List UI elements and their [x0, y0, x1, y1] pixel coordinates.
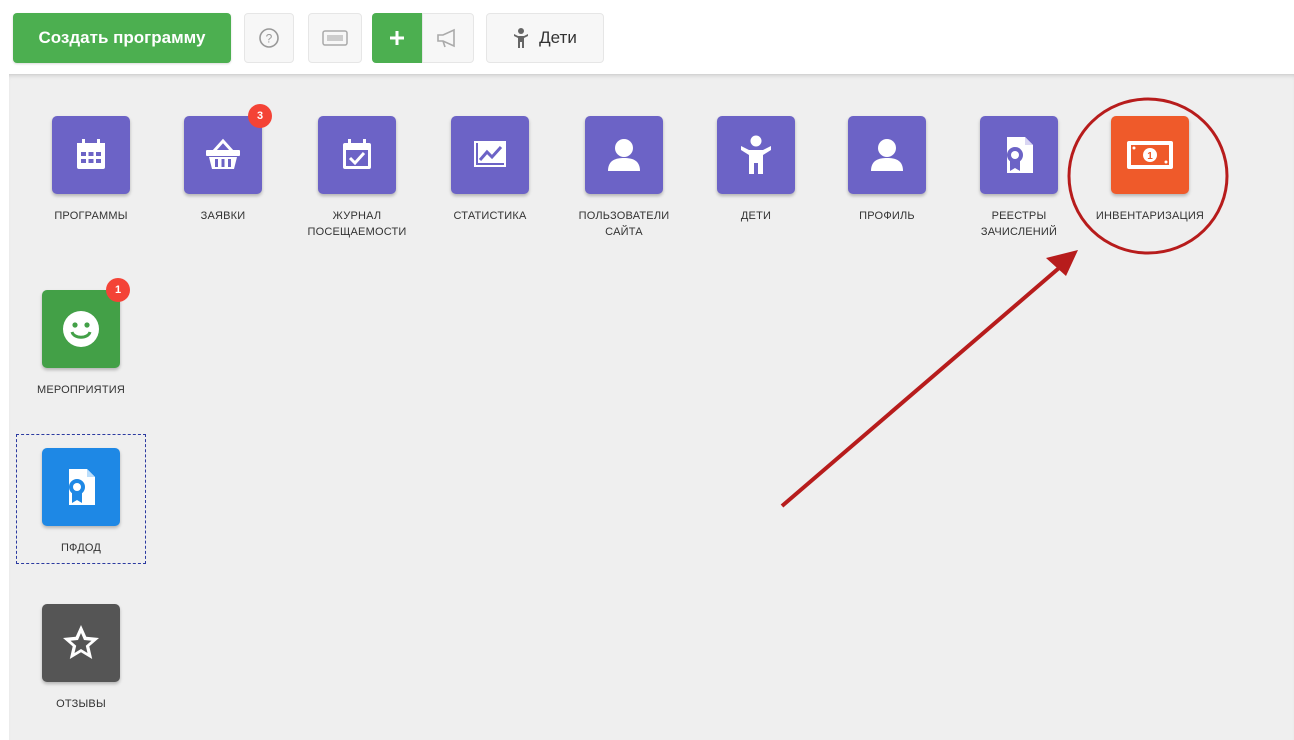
tile-children[interactable]: ДЕТИ [691, 116, 821, 224]
certificate-icon [1007, 137, 1033, 173]
kids-label: Дети [539, 28, 577, 47]
star-icon [63, 625, 99, 659]
plus-icon [390, 31, 404, 45]
user-icon [608, 139, 640, 171]
tile-attendance-icon-box [318, 116, 396, 194]
tile-label: ОТЗЫВЫ [56, 698, 106, 710]
dashboard-workspace: ПРОГРАММЫ 3 ЗАЯВКИ ЖУРНАЛ ПОСЕЩАЕМОСТИ С… [9, 74, 1294, 740]
tile-inventory-icon-box: 1 [1111, 116, 1189, 194]
tile-inventory[interactable]: 1 ИНВЕНТАРИЗАЦИЯ [1085, 116, 1215, 224]
tile-reviews-icon-box [42, 604, 120, 682]
tile-label: ПОЛЬЗОВАТЕЛИ САЙТА [578, 210, 670, 238]
announce-button[interactable] [422, 13, 474, 63]
megaphone-icon [437, 28, 455, 48]
tile-label: ПРОГРАММЫ [54, 210, 128, 222]
tile-label: СТАТИСТИКА [453, 210, 527, 222]
tile-enrollment-registers[interactable]: РЕЕСТРЫ ЗАЧИСЛЕНИЙ [954, 116, 1084, 240]
tile-statistics-icon-box [451, 116, 529, 194]
id-card-button[interactable] [308, 13, 362, 63]
tile-label: МЕРОПРИЯТИЯ [36, 384, 125, 396]
tile-profile-icon-box [848, 116, 926, 194]
tile-applications[interactable]: 3 ЗАЯВКИ [158, 104, 288, 224]
calendar-check-icon [343, 139, 371, 169]
tile-programs-icon-box [52, 116, 130, 194]
smile-icon [63, 311, 99, 347]
child-icon [514, 28, 529, 48]
tile-label: ЖУРНАЛ ПОСЕЩАЕМОСТИ [307, 210, 407, 238]
create-program-button[interactable]: Создать программу [13, 13, 231, 63]
tile-events-icon-box: 1 [42, 278, 130, 368]
tile-reviews[interactable]: ОТЗЫВЫ [16, 604, 146, 712]
tile-site-users[interactable]: ПОЛЬЗОВАТЕЛИ САЙТА [559, 116, 689, 240]
tile-site-users-icon-box [585, 116, 663, 194]
line-chart-icon [474, 141, 506, 167]
kids-button[interactable]: Дети [486, 13, 604, 63]
notification-badge: 1 [106, 278, 130, 302]
tile-programs[interactable]: ПРОГРАММЫ [26, 116, 156, 224]
tile-statistics[interactable]: СТАТИСТИКА [425, 116, 555, 224]
help-icon: ? [259, 28, 279, 48]
help-button[interactable]: ? [244, 13, 294, 63]
add-button[interactable] [372, 13, 422, 63]
id-card-icon [322, 30, 348, 46]
toolbar: Создать программу ? Дети [0, 0, 1294, 74]
tile-label: РЕЕСТРЫ ЗАЧИСЛЕНИЙ [980, 210, 1058, 238]
tile-events[interactable]: 1 МЕРОПРИЯТИЯ [16, 278, 146, 398]
certificate-icon [69, 469, 95, 505]
basket-icon [206, 138, 240, 169]
svg-text:?: ? [266, 32, 273, 46]
tile-applications-icon-box: 3 [184, 104, 272, 194]
tile-children-icon-box [717, 116, 795, 194]
tile-profile[interactable]: ПРОФИЛЬ [822, 116, 952, 224]
tile-attendance[interactable]: ЖУРНАЛ ПОСЕЩАЕМОСТИ [292, 116, 422, 240]
tile-enrollment-registers-icon-box [980, 116, 1058, 194]
tile-pfdod-icon-box [42, 448, 120, 526]
calendar-grid-icon [77, 139, 105, 169]
child-icon [741, 135, 771, 174]
tile-label: ПРОФИЛЬ [859, 210, 915, 222]
banknote-icon: 1 [1127, 141, 1173, 169]
tile-label: ПФДОД [60, 542, 102, 554]
profile-icon [871, 139, 903, 171]
tile-label: ИНВЕНТАРИЗАЦИЯ [1095, 210, 1205, 222]
notification-badge: 3 [248, 104, 272, 128]
tile-label: ДЕТИ [740, 210, 772, 222]
svg-text:1: 1 [1147, 151, 1153, 162]
tile-label: ЗАЯВКИ [200, 210, 246, 222]
tile-pfdod[interactable]: ПФДОД [16, 448, 146, 556]
